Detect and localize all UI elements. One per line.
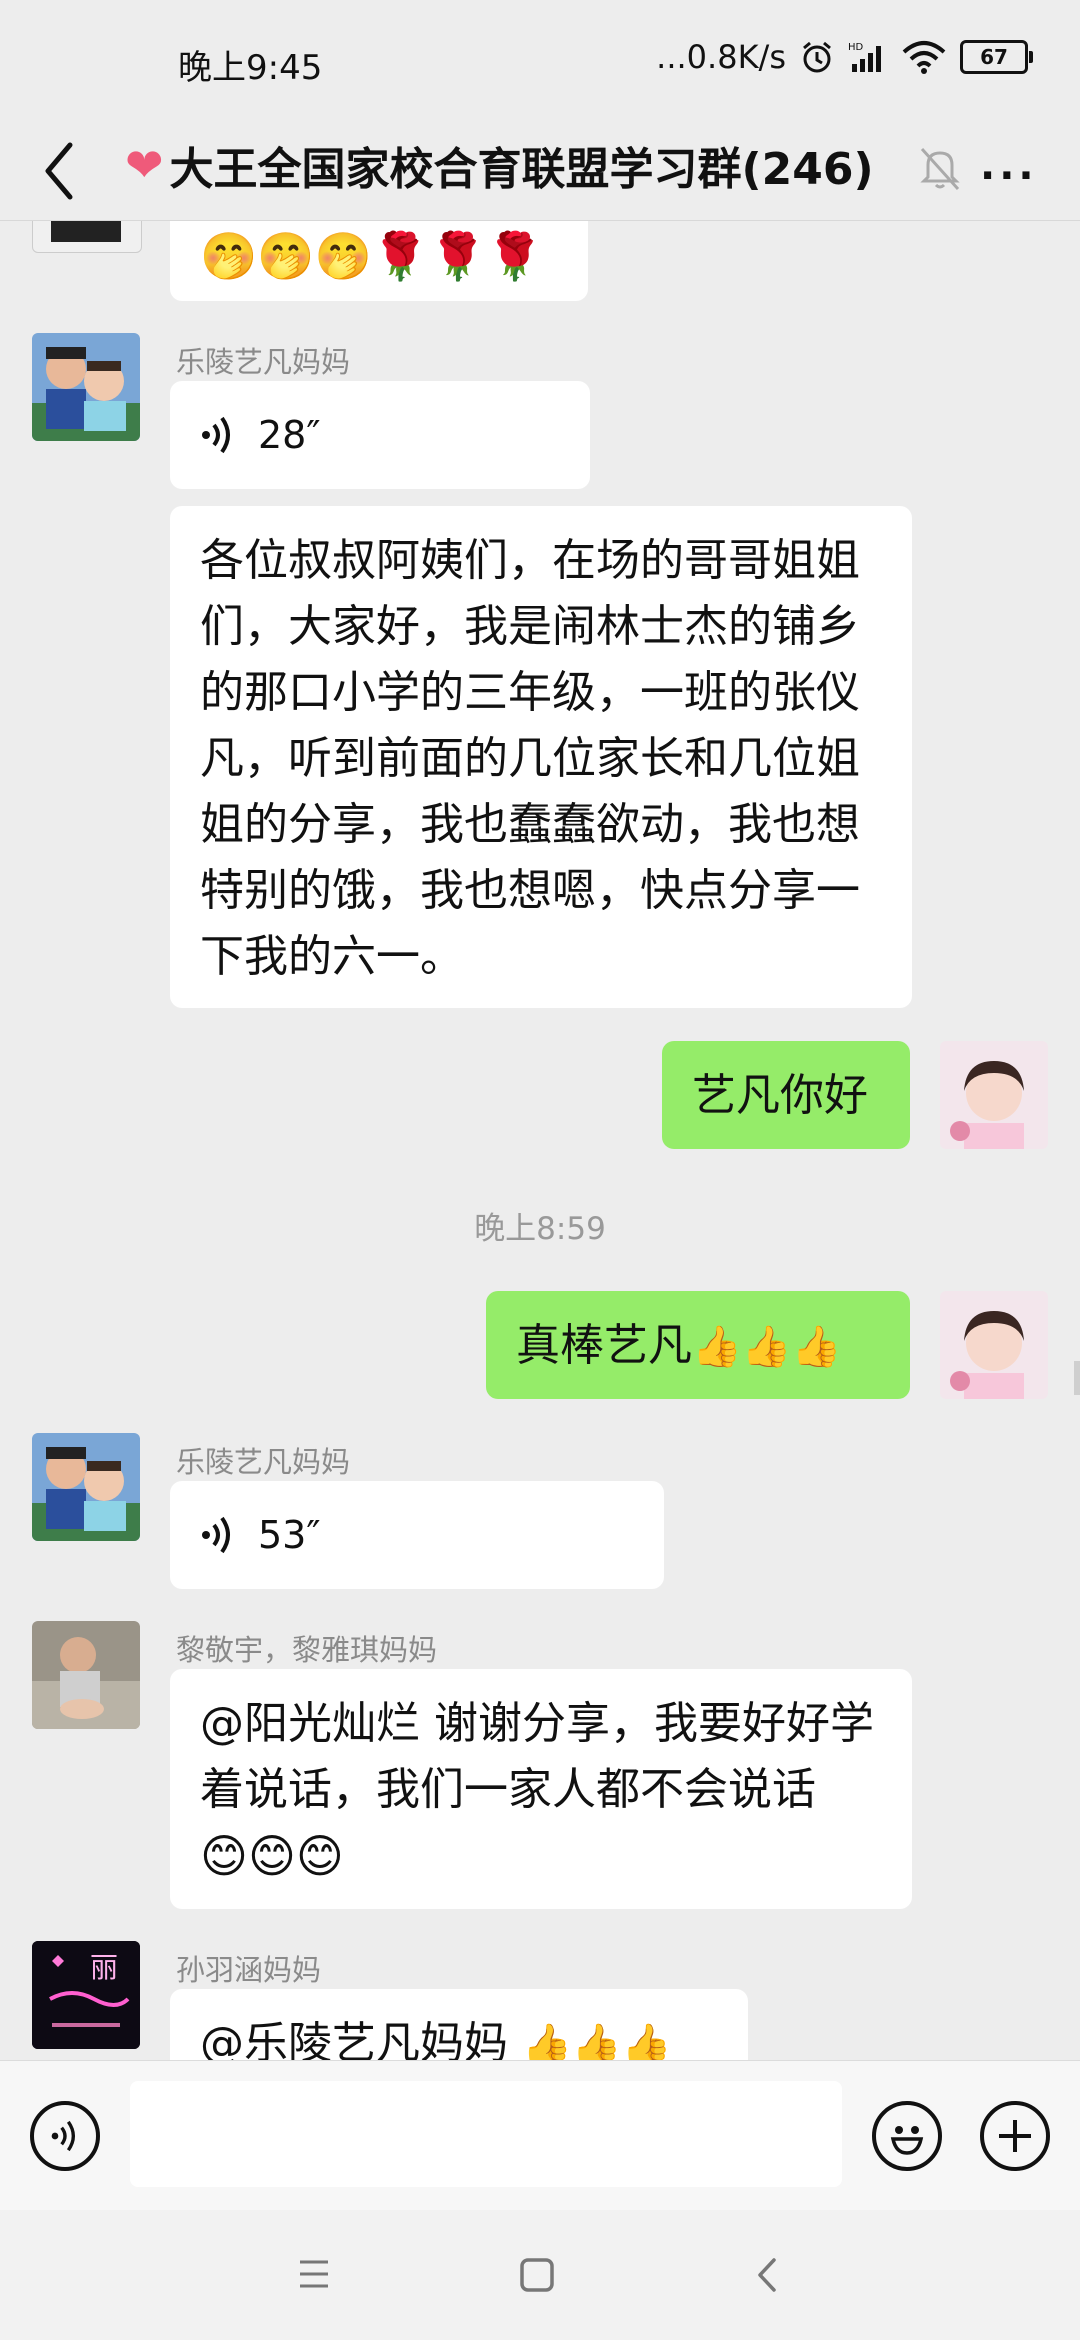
avatar[interactable]: 丽 xyxy=(32,1941,140,2049)
chat-area[interactable]: 🤭🤭🤭🌹🌹🌹 乐陵艺凡妈妈 28″ 各位叔叔阿姨们，在场的哥哥姐姐们，大家好，我… xyxy=(0,220,1080,2061)
alarm-icon xyxy=(803,41,831,73)
message-bubble[interactable]: 艺凡你好 xyxy=(662,1041,910,1149)
message-bubble[interactable]: 🤭🤭🤭🌹🌹🌹 xyxy=(170,221,588,301)
battery-icon: 67 xyxy=(960,40,1033,74)
voice-wave-icon xyxy=(202,1516,230,1554)
avatar-photo xyxy=(940,1291,1048,1399)
sender-name: 乐陵艺凡妈妈 xyxy=(176,345,351,379)
emoji-text: 🤭🤭🤭🌹🌹🌹 xyxy=(200,229,544,283)
scroll-indicator[interactable] xyxy=(1074,1361,1080,1395)
avatar-photo xyxy=(32,1621,140,1729)
input-bar xyxy=(0,2060,1080,2211)
home-icon[interactable] xyxy=(518,2256,556,2294)
avatar[interactable] xyxy=(32,1621,140,1729)
message-input[interactable] xyxy=(130,2081,842,2187)
message-text: 各位叔叔阿姨们，在场的哥哥姐姐们，大家好，我是闹林士杰的铺乡的那口小学的三年级，… xyxy=(200,535,860,982)
message-bubble[interactable]: @阳光灿烂 谢谢分享，我要好好学着说话，我们一家人都不会说话 😊😊😊 xyxy=(170,1669,912,1909)
avatar[interactable] xyxy=(32,333,140,441)
back-icon[interactable] xyxy=(752,2254,782,2296)
avatar-text: 丽 xyxy=(90,1951,118,1984)
message-bubble[interactable]: 真棒艺凡👍👍👍 xyxy=(486,1291,910,1399)
message-text: 真棒艺凡 xyxy=(516,1320,692,1371)
message-bubble[interactable]: @乐陵艺凡妈妈 👍👍👍 xyxy=(170,1989,748,2061)
message-bubble[interactable]: 各位叔叔阿姨们，在场的哥哥姐姐们，大家好，我是闹林士杰的铺乡的那口小学的三年级，… xyxy=(170,506,912,1008)
avatar[interactable] xyxy=(32,221,142,253)
sender-name: 孙羽涵妈妈 xyxy=(176,1953,322,1987)
group-title[interactable]: ❤ 大王全国家校合育联盟学习群(246) xyxy=(125,133,874,197)
smile-icon xyxy=(890,2126,924,2155)
status-icons: ...0.8K/s HD 67 xyxy=(656,38,1033,76)
svg-text:HD: HD xyxy=(848,42,864,53)
emoji-button[interactable] xyxy=(872,2101,942,2171)
emoji-text: 👍👍👍 xyxy=(692,1324,842,1370)
emoji-text: 👍👍👍 xyxy=(522,2022,672,2061)
avatar-photo: 丽 xyxy=(32,1941,140,2049)
voice-input-button[interactable] xyxy=(30,2101,100,2171)
avatar[interactable] xyxy=(940,1041,1048,1149)
message-text: @乐陵艺凡妈妈 xyxy=(200,2018,522,2061)
sender-name: 乐陵艺凡妈妈 xyxy=(176,1445,351,1479)
more-functions-button[interactable] xyxy=(980,2101,1050,2171)
avatar[interactable] xyxy=(940,1291,1048,1399)
mute-bell-icon xyxy=(920,147,960,191)
chat-timestamp: 晚上8:59 xyxy=(474,1211,606,1247)
menu-icon[interactable] xyxy=(296,2258,332,2290)
plus-icon xyxy=(999,2120,1031,2152)
voice-wave-icon xyxy=(202,416,230,454)
voice-duration: 28″ xyxy=(258,413,321,457)
avatar-photo xyxy=(32,1433,140,1541)
battery-level: 67 xyxy=(980,45,1008,69)
voice-message[interactable]: 53″ xyxy=(170,1481,664,1589)
sender-name: 黎敬宇，黎雅琪妈妈 xyxy=(176,1633,438,1667)
wifi-icon xyxy=(902,41,946,74)
message-text: @阳光灿烂 谢谢分享，我要好好学着说话，我们一家人都不会说话 xyxy=(200,1698,874,1815)
group-name: 大王全国家校合育联盟学习群(246) xyxy=(169,144,874,195)
avatar[interactable] xyxy=(32,1433,140,1541)
back-arrow-icon[interactable] xyxy=(30,131,90,211)
more-options-icon[interactable]: ··· xyxy=(980,153,1038,199)
heart-icon: ❤ xyxy=(125,138,164,192)
chat-header: ❤ 大王全国家校合育联盟学习群(246) ··· xyxy=(0,125,1080,220)
system-nav-bar xyxy=(0,2210,1080,2340)
voice-duration: 53″ xyxy=(258,1513,321,1557)
avatar-photo xyxy=(32,333,140,441)
voice-wave-icon xyxy=(51,2120,75,2152)
status-bar: 晚上9:45 ...0.8K/s HD 67 xyxy=(0,0,1080,125)
status-time: 晚上9:45 xyxy=(178,48,323,88)
emoji-text: 😊😊😊 xyxy=(200,1829,344,1883)
voice-message[interactable]: 28″ xyxy=(170,381,590,489)
hd-signal-icon: HD xyxy=(848,42,881,72)
network-speed: ...0.8K/s xyxy=(656,38,786,76)
avatar-photo xyxy=(940,1041,1048,1149)
message-text: 艺凡你好 xyxy=(692,1070,868,1121)
